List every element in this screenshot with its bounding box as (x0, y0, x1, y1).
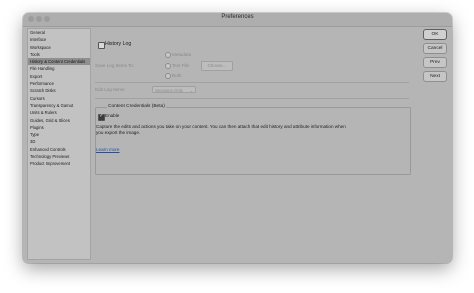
choose-button[interactable]: Choose... (201, 61, 233, 71)
text-file-label: Text File (172, 63, 190, 68)
sidebar-item-interface[interactable]: Interface (28, 36, 90, 43)
cancel-button[interactable]: Cancel (423, 43, 447, 54)
sidebar-item-units-rulers[interactable]: Units & Rulers (28, 109, 90, 116)
chevron-down-icon: ⌄ (189, 88, 193, 93)
enable-label: Enable (105, 113, 120, 118)
ok-button[interactable]: OK (423, 29, 447, 40)
preferences-sidebar: General Interface Workspace Tools History & … (27, 28, 91, 260)
sidebar-item-transparency-gamut[interactable]: Transparency & Gamut (28, 102, 90, 109)
sidebar-item-cursors[interactable]: Cursors (28, 95, 90, 102)
check-icon: ✓ (99, 113, 104, 120)
history-log-label: History Log (105, 41, 132, 47)
learn-more-link[interactable]: Learn more (96, 147, 120, 152)
sidebar-item-plugins[interactable]: Plugins (28, 124, 90, 131)
window-title: Preferences (221, 14, 254, 20)
enable-checkbox[interactable]: ✓ (98, 113, 105, 121)
sidebar-item-type[interactable]: Type (28, 131, 90, 138)
sidebar-item-3d[interactable]: 3D (28, 138, 90, 145)
sidebar-item-enhanced-controls[interactable]: Enhanced Controls (28, 146, 90, 153)
content-credentials-group (95, 107, 411, 175)
next-button[interactable]: Next (423, 71, 447, 82)
sidebar-item-tools[interactable]: Tools (28, 51, 90, 58)
sidebar-item-guides-grid-slices[interactable]: Guides, Grid & Slices (28, 117, 90, 124)
section-divider (95, 98, 409, 99)
edit-log-items-select[interactable]: Sessions Only ⌄ (152, 86, 196, 93)
preferences-window: Preferences General Interface Workspace Too… (23, 13, 452, 263)
sidebar-item-scratch-disks[interactable]: Scratch Disks (28, 87, 90, 94)
edit-log-items-value: Sessions Only (155, 88, 184, 93)
metadata-label: Metadata (172, 52, 192, 57)
sidebar-item-history-content-credentials[interactable]: History & Content Credentials (28, 58, 90, 66)
sidebar-item-performance[interactable]: Performance (28, 80, 90, 87)
sidebar-item-general[interactable]: General (28, 29, 90, 36)
content-credentials-description: Capture the edits and actions you take o… (96, 124, 346, 135)
preferences-content: History Log Metadata Save Log Items To: … (95, 28, 411, 258)
content-credentials-title: Content Credentials (Beta) (107, 104, 166, 109)
both-label: Both (172, 73, 182, 78)
prev-button[interactable]: Prev (423, 57, 447, 68)
sidebar-item-technology-previews[interactable]: Technology Previews (28, 153, 90, 160)
history-log-checkbox[interactable] (98, 42, 105, 49)
text-file-radio[interactable] (165, 63, 171, 69)
section-divider (95, 82, 409, 83)
both-radio[interactable] (165, 73, 171, 79)
metadata-radio[interactable] (165, 52, 171, 58)
sidebar-item-product-improvement[interactable]: Product Improvement (28, 160, 90, 167)
sidebar-item-file-handling[interactable]: File Handling (28, 65, 90, 72)
sidebar-item-workspace[interactable]: Workspace (28, 44, 90, 51)
edit-log-items-label: Edit Log Items: (95, 87, 126, 92)
sidebar-item-export[interactable]: Export (28, 73, 90, 80)
title-bar: Preferences (23, 13, 452, 27)
save-log-items-label: Save Log Items To: (95, 63, 135, 68)
